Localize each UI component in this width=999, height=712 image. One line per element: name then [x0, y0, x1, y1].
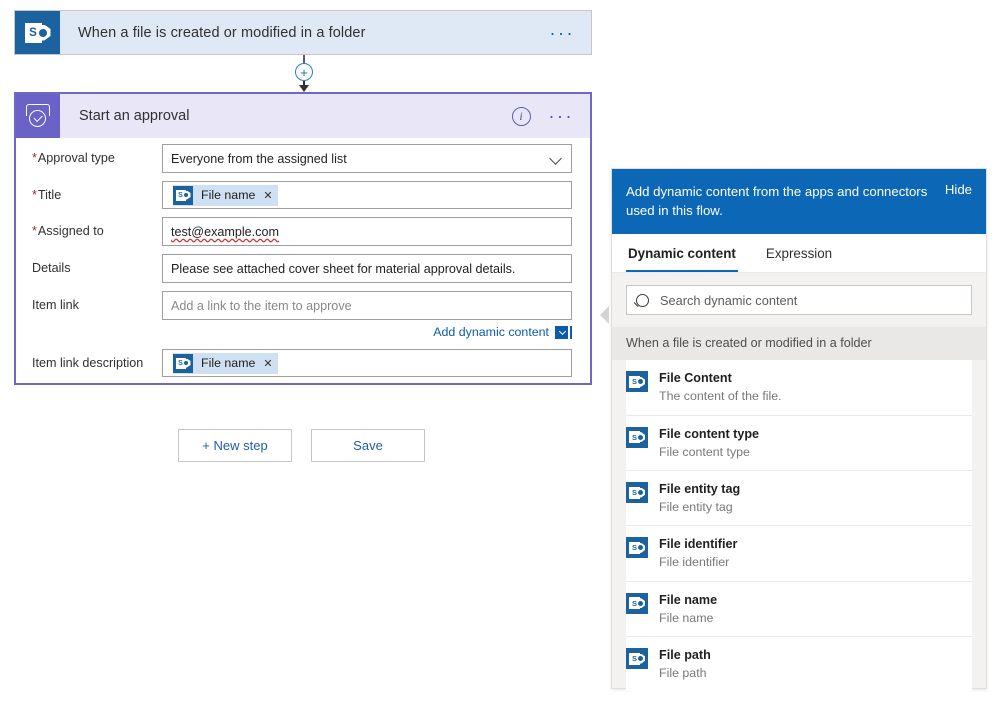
panel-tabs: Dynamic content Expression [612, 234, 986, 274]
field-row-assigned-to: *Assigned to test@example.com [16, 217, 590, 246]
sharepoint-icon: S [626, 648, 648, 670]
approval-form: *Approval type Everyone from the assigne… [16, 138, 590, 377]
hide-panel-button[interactable]: Hide [945, 182, 972, 197]
sharepoint-icon: S [626, 426, 648, 448]
list-item-name: File content type [659, 426, 760, 441]
sharepoint-icon: S [15, 11, 60, 54]
list-item[interactable]: S File entity tag File entity tag [626, 471, 972, 527]
panel-header-text: Add dynamic content from the apps and co… [626, 184, 928, 219]
search-dynamic-content-input[interactable]: Search dynamic content [626, 285, 972, 316]
dynamic-content-panel-header: Add dynamic content from the apps and co… [612, 169, 986, 235]
sharepoint-icon: S [626, 592, 648, 614]
required-marker: * [32, 151, 37, 165]
panel-collapse-chevron-icon[interactable] [600, 306, 609, 324]
approval-more-menu-icon[interactable]: ··· [549, 107, 590, 125]
new-step-button[interactable]: + New step [178, 429, 292, 462]
chevron-down-icon[interactable] [549, 152, 562, 165]
canvas-action-buttons: + New step Save [178, 429, 425, 462]
required-marker: * [32, 188, 37, 202]
info-icon[interactable]: i [511, 106, 531, 126]
label-item-link: Item link [32, 298, 79, 312]
sharepoint-icon: S [626, 537, 648, 559]
details-value: Please see attached cover sheet for mate… [171, 261, 516, 276]
token-label: File name [201, 188, 256, 202]
label-approval-type: *Approval type [32, 151, 115, 165]
search-placeholder: Search dynamic content [660, 292, 798, 308]
dynamic-token-chip[interactable]: S File name ✕ [173, 352, 278, 374]
remove-token-icon[interactable]: ✕ [263, 357, 272, 370]
list-item-description: File name [659, 610, 714, 625]
list-item-name: File Content [659, 371, 732, 386]
title-input[interactable]: S File name ✕ [162, 181, 572, 209]
field-row-item-link-description: Item link description S File name ✕ [16, 349, 590, 377]
sharepoint-icon: S [626, 371, 648, 393]
step-connector: + [293, 55, 315, 93]
panel-search-area: Search dynamic content [612, 273, 986, 328]
list-item-description: File entity tag [659, 500, 733, 514]
list-item[interactable]: S File content type File content type [626, 416, 972, 471]
token-label: File name [201, 356, 256, 370]
label-assigned-to: *Assigned to [32, 224, 104, 238]
assigned-to-input[interactable]: test@example.com [162, 217, 572, 246]
list-item-description: File identifier [659, 555, 730, 570]
assigned-to-value: test@example.com [171, 224, 279, 239]
tab-dynamic-content[interactable]: Dynamic content [626, 234, 738, 273]
text-caret [570, 325, 572, 339]
list-item-description: File path [659, 666, 707, 681]
tab-expression[interactable]: Expression [764, 234, 834, 272]
dynamic-content-list: S File Content The content of the file. … [626, 360, 972, 692]
dynamic-content-group-title: When a file is created or modified in a … [612, 327, 986, 361]
approval-action-card[interactable]: Start an approval i ··· *Approval type E… [14, 92, 592, 385]
field-row-details: Details Please see attached cover sheet … [16, 254, 590, 283]
approval-card-title: Start an approval [79, 108, 190, 124]
add-dynamic-content-link[interactable]: Add dynamic content [433, 325, 549, 339]
sharepoint-icon: S [626, 482, 648, 503]
label-title: *Title [32, 188, 62, 202]
details-input[interactable]: Please see attached cover sheet for mate… [162, 254, 572, 283]
sharepoint-icon: S [173, 353, 193, 373]
list-item[interactable]: S File Content The content of the file. [626, 360, 972, 416]
label-item-link-description: Item link description [32, 356, 144, 370]
trigger-more-menu-icon[interactable]: ··· [550, 24, 591, 42]
label-details: Details [32, 261, 71, 275]
field-row-approval-type: *Approval type Everyone from the assigne… [16, 144, 590, 173]
sharepoint-icon: S [173, 185, 193, 205]
approval-type-dropdown[interactable]: Everyone from the assigned list [162, 144, 572, 173]
list-item-name: File entity tag [659, 482, 741, 496]
approval-type-value: Everyone from the assigned list [171, 151, 347, 166]
dynamic-content-panel: Add dynamic content from the apps and co… [611, 168, 987, 692]
list-item-description: The content of the file. [659, 389, 782, 404]
list-item[interactable]: S File name File name [626, 582, 972, 638]
item-link-placeholder: Add a link to the item to approve [171, 298, 352, 313]
list-item-name: File identifier [659, 537, 738, 552]
approval-card-header[interactable]: Start an approval i ··· [16, 94, 590, 138]
required-marker: * [32, 224, 37, 238]
item-link-input[interactable]: Add a link to the item to approve [162, 291, 572, 320]
list-item-name: File path [659, 648, 711, 663]
field-row-title: *Title S File name ✕ [16, 181, 590, 209]
list-item[interactable]: S File path File path [626, 637, 972, 691]
trigger-title: When a file is created or modified in a … [78, 24, 366, 41]
item-link-description-input[interactable]: S File name ✕ [162, 349, 572, 377]
save-button[interactable]: Save [311, 429, 425, 462]
list-item-name: File name [659, 592, 718, 607]
add-dynamic-content-icon[interactable] [555, 325, 568, 339]
search-icon [636, 293, 649, 307]
trigger-card[interactable]: S When a file is created or modified in … [14, 10, 592, 55]
approvals-icon [16, 94, 60, 138]
flow-designer-canvas: S When a file is created or modified in … [0, 0, 999, 712]
dynamic-token-chip[interactable]: S File name ✕ [173, 184, 278, 206]
field-row-item-link: Item link Add a link to the item to appr… [16, 291, 590, 320]
insert-step-plus-icon[interactable]: + [295, 63, 313, 81]
add-dynamic-content-row: Add dynamic content [16, 325, 590, 339]
connector-arrow-head-icon [298, 85, 309, 92]
list-item-description: File content type [659, 444, 750, 459]
remove-token-icon[interactable]: ✕ [263, 189, 272, 202]
list-item[interactable]: S File identifier File identifier [626, 526, 972, 582]
